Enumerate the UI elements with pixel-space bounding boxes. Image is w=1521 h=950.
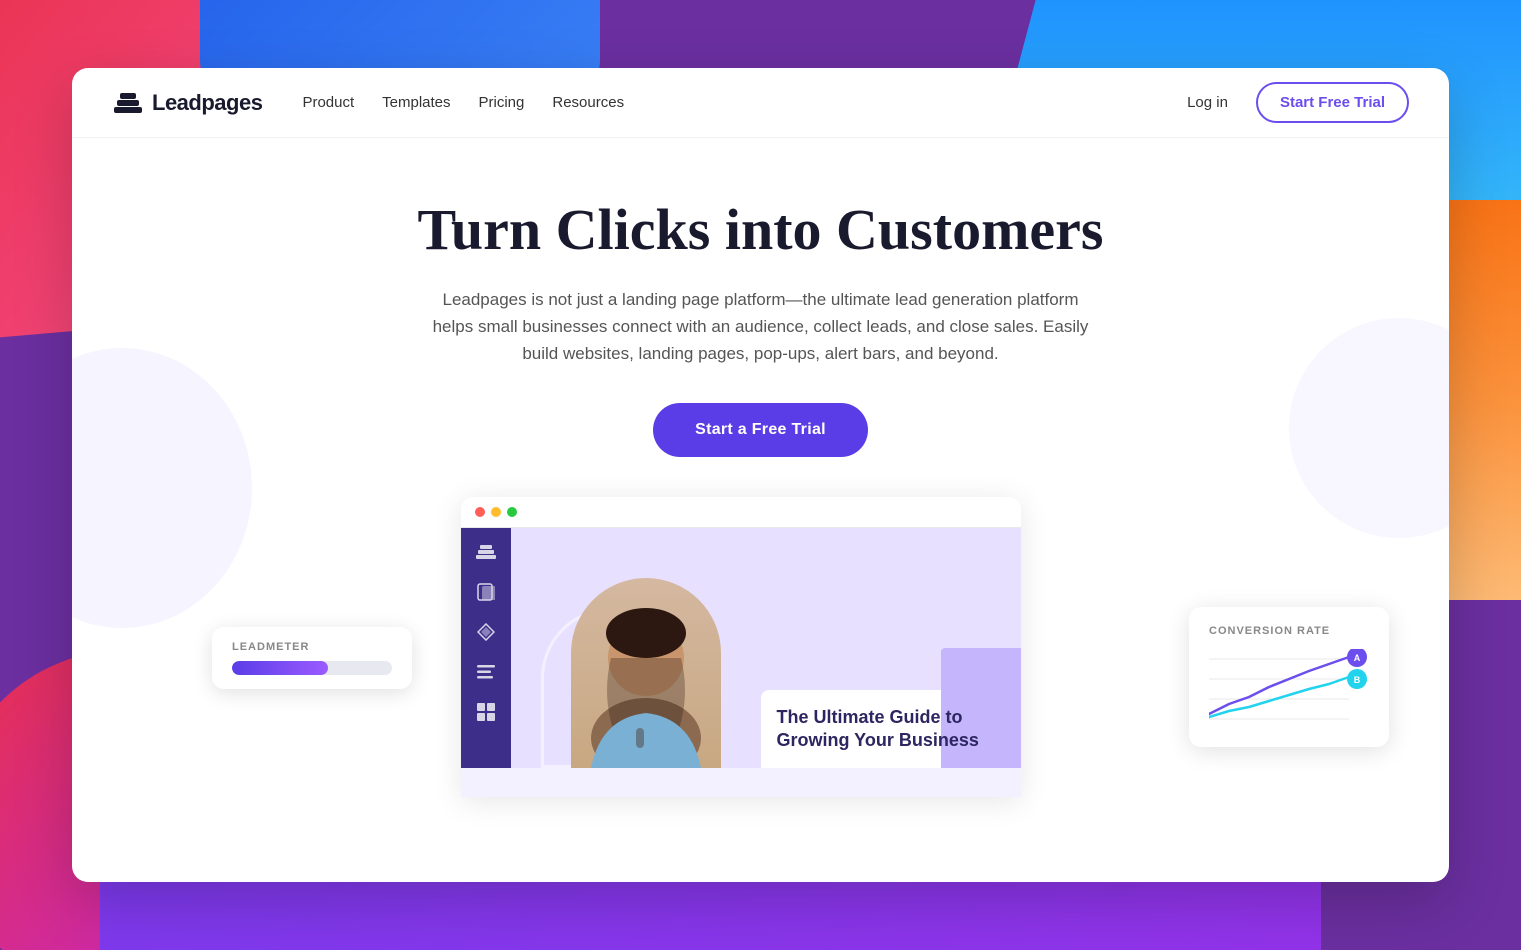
guide-card: The Ultimate Guide to Growing Your Busin…	[761, 690, 1021, 769]
logo-text: Leadpages	[152, 90, 262, 116]
hero-content: Turn Clicks into Customers Leadpages is …	[72, 138, 1449, 497]
nav-links: Product Templates Pricing Resources	[302, 94, 1187, 112]
nav-item-pricing[interactable]: Pricing	[479, 94, 525, 112]
leadpages-logo-icon	[112, 89, 144, 117]
browser-dot-green	[507, 507, 517, 517]
leadmeter-label: LEADMETER	[232, 641, 392, 653]
nav-item-resources[interactable]: Resources	[552, 94, 624, 112]
nav-item-product[interactable]: Product	[302, 94, 354, 112]
browser-bar	[461, 497, 1021, 528]
nav-link-resources[interactable]: Resources	[552, 94, 624, 111]
hero-title: Turn Clicks into Customers	[112, 198, 1409, 262]
guide-card-title: The Ultimate Guide to Growing Your Busin…	[777, 706, 1005, 753]
person-svg	[571, 578, 721, 768]
nav-link-product[interactable]: Product	[302, 94, 354, 111]
conversion-rate-card: CONVERSION RATE A B	[1189, 607, 1389, 747]
sidebar-grid-icon	[474, 700, 498, 724]
svg-text:A: A	[1354, 653, 1361, 663]
page-area: The Ultimate Guide to Growing Your Busin…	[511, 528, 1021, 768]
leadmeter-card: LEADMETER	[212, 627, 412, 689]
person-image	[571, 578, 721, 768]
sidebar-lines-icon	[474, 660, 498, 684]
browser-dot-red	[475, 507, 485, 517]
sidebar-panel	[461, 528, 511, 768]
sidebar-shape-icon	[474, 620, 498, 644]
browser-mock: The Ultimate Guide to Growing Your Busin…	[461, 497, 1021, 797]
browser-content: The Ultimate Guide to Growing Your Busin…	[461, 528, 1021, 768]
hero-section: Turn Clicks into Customers Leadpages is …	[72, 138, 1449, 497]
svg-text:B: B	[1354, 675, 1361, 685]
browser-dot-yellow	[491, 507, 501, 517]
nav-right: Log in Start Free Trial	[1187, 82, 1409, 123]
nav-link-templates[interactable]: Templates	[382, 94, 450, 111]
main-card: Leadpages Product Templates Pricing Reso…	[72, 68, 1449, 882]
conversion-rate-label: CONVERSION RATE	[1209, 625, 1369, 637]
nav-item-templates[interactable]: Templates	[382, 94, 450, 112]
navbar: Leadpages Product Templates Pricing Reso…	[72, 68, 1449, 138]
logo-area: Leadpages	[112, 89, 262, 117]
login-link[interactable]: Log in	[1187, 94, 1228, 111]
browser-container: The Ultimate Guide to Growing Your Busin…	[461, 497, 1061, 797]
hero-subtitle: Leadpages is not just a landing page pla…	[421, 286, 1101, 368]
start-free-trial-hero-button[interactable]: Start a Free Trial	[653, 403, 868, 457]
chart-area: A B	[1209, 649, 1369, 729]
leadmeter-bar-background	[232, 661, 392, 675]
sidebar-layers-icon	[474, 540, 498, 564]
nav-link-pricing[interactable]: Pricing	[479, 94, 525, 111]
sidebar-pages-icon	[474, 580, 498, 604]
start-free-trial-nav-button[interactable]: Start Free Trial	[1256, 82, 1409, 123]
preview-section: LEADMETER	[72, 497, 1449, 797]
leadmeter-bar-fill	[232, 661, 328, 675]
conversion-chart-svg: A B	[1209, 649, 1369, 729]
